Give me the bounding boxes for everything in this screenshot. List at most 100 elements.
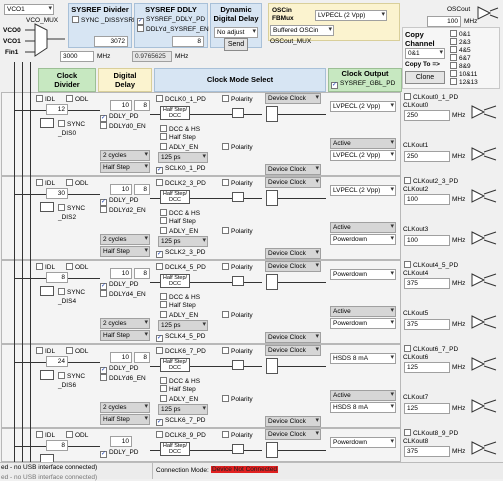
ddly-spinner[interactable]: 10 — [110, 268, 132, 279]
adly-en-checkbox[interactable]: ADLY_EN — [160, 395, 198, 404]
half-step-checkbox[interactable]: Half Step — [160, 385, 196, 394]
clkout-pd-checkbox[interactable]: CLKout8_9_PD — [404, 429, 458, 438]
ddly-pd-checkbox[interactable]: DDLY_PD — [100, 196, 139, 206]
clkout-pd-checkbox[interactable]: CLKout4_5_PD — [404, 261, 458, 270]
ddly-half-spinner[interactable]: 8 — [134, 100, 150, 111]
clock-divider-spinner[interactable]: 24 — [46, 356, 68, 367]
copy-target-checkbox[interactable]: 0&1 — [450, 30, 498, 38]
polarity2-checkbox[interactable]: Polarity — [222, 227, 253, 236]
send-button[interactable]: Send — [224, 38, 248, 51]
ddly-half-select[interactable]: Half Step — [100, 414, 150, 425]
dclk-pd-checkbox[interactable]: DCLK8_9_PD — [156, 431, 206, 440]
sync-dis-checkbox[interactable]: SYNC _DIS0 — [58, 120, 96, 138]
polarity2-checkbox[interactable]: Polarity — [222, 143, 253, 152]
polarity2-checkbox[interactable]: Polarity — [222, 311, 253, 320]
idl-checkbox[interactable]: IDL — [36, 431, 55, 440]
sysref-gbl-pd-checkbox[interactable]: SYSREF_GBL_PD — [331, 79, 395, 89]
polarity-checkbox[interactable]: Polarity — [222, 347, 253, 356]
dyn-delay-select[interactable]: No adjust — [214, 27, 258, 38]
mode2-select[interactable]: Device Clock — [265, 332, 321, 343]
ddly-spinner[interactable]: 10 — [110, 436, 132, 447]
mode-select[interactable]: Device Clock — [265, 93, 321, 104]
mode-select[interactable]: Device Clock — [265, 429, 321, 440]
clkout-a-freq[interactable]: 375 — [404, 278, 450, 289]
idl-checkbox[interactable]: IDL — [36, 179, 55, 188]
polarity2-checkbox[interactable]: Polarity — [222, 395, 253, 404]
clock-divider-spinner[interactable]: 8 — [46, 440, 68, 451]
dclk-pd-checkbox[interactable]: DCLK0_1_PD — [156, 95, 206, 104]
output-format2-select[interactable]: Powerdown — [330, 234, 396, 245]
mode2-select[interactable]: Device Clock — [265, 416, 321, 427]
output-state-select[interactable]: Active — [330, 138, 396, 149]
half-step-checkbox[interactable]: Half Step — [160, 133, 196, 142]
sync-dis-checkbox[interactable]: SYNC _DIS2 — [58, 204, 96, 222]
copy-target-checkbox[interactable]: 10&11 — [450, 70, 498, 78]
oscout-freq-field[interactable]: 100 — [427, 16, 461, 27]
ddly-en-checkbox[interactable]: DDLYd6_EN — [100, 374, 146, 383]
sysref-ddly-pd-checkbox[interactable]: SYSREF_DDLY_PD — [137, 15, 205, 25]
oscin-format-select[interactable]: LVPECL (2 Vpp) — [315, 10, 387, 21]
output-format-select[interactable]: Powerdown — [330, 269, 396, 280]
output-format-select[interactable]: LVPECL (2 Vpp) — [330, 101, 396, 112]
adly-en-checkbox[interactable]: ADLY_EN — [160, 227, 198, 236]
output-format-select[interactable]: LVPECL (2 Vpp) — [330, 185, 396, 196]
output-state-select[interactable]: Active — [330, 390, 396, 401]
clkout-a-freq[interactable]: 250 — [404, 110, 450, 121]
adly-select[interactable]: 125 ps — [158, 404, 208, 415]
dclk-pd-checkbox[interactable]: DCLK2_3_PD — [156, 179, 206, 188]
half-step-checkbox[interactable]: Half Step — [160, 217, 196, 226]
adly-en-checkbox[interactable]: ADLY_EN — [160, 311, 198, 320]
clkout-pd-checkbox[interactable]: CLKout6_7_PD — [404, 345, 458, 354]
ddly-spinner[interactable]: 10 — [110, 352, 132, 363]
copy-target-checkbox[interactable]: 2&3 — [450, 38, 498, 46]
sclk-pd-checkbox[interactable]: SCLK6_7_PD — [156, 416, 205, 426]
output-format2-select[interactable]: Powerdown — [330, 318, 396, 329]
sysref-div-spinner[interactable]: 3072 — [94, 36, 128, 47]
sysref-ddly-spinner[interactable]: 8 — [172, 36, 204, 47]
odl-checkbox[interactable]: ODL — [66, 347, 88, 356]
copy-target-checkbox[interactable]: 12&13 — [450, 78, 498, 86]
ddly-half-spinner[interactable]: 8 — [134, 352, 150, 363]
copy-channel-select[interactable]: 0&1 — [405, 48, 445, 59]
output-format2-select[interactable]: LVPECL (2 Vpp) — [330, 150, 396, 161]
adly-select[interactable]: 125 ps — [158, 152, 208, 163]
ddly-pd-checkbox[interactable]: DDLY_PD — [100, 280, 139, 290]
sync-dissysref-checkbox[interactable]: SYNC _DISSYSREF — [72, 16, 141, 25]
ddly-pd-checkbox[interactable]: DDLY_PD — [100, 112, 139, 122]
adly-select[interactable]: 125 ps — [158, 236, 208, 247]
odl-checkbox[interactable]: ODL — [66, 431, 88, 440]
sclk-pd-checkbox[interactable]: SCLK4_5_PD — [156, 332, 205, 342]
clock-divider-spinner[interactable]: 30 — [46, 188, 68, 199]
polarity-checkbox[interactable]: Polarity — [222, 179, 253, 188]
dclk-pd-checkbox[interactable]: DCLK4_5_PD — [156, 263, 206, 272]
vco-freq-field[interactable]: 3000 — [60, 51, 94, 62]
half-step-checkbox[interactable]: Half Step — [160, 301, 196, 310]
ddly-cycles-select[interactable]: 2 cycles — [100, 402, 150, 413]
polarity-checkbox[interactable]: Polarity — [222, 263, 253, 272]
mode2-select[interactable]: Device Clock — [265, 164, 321, 175]
output-format-select[interactable]: Powerdown — [330, 437, 396, 448]
copy-target-checkbox[interactable]: 6&7 — [450, 54, 498, 62]
ddlyd-sysref-en-checkbox[interactable]: DDLYd_SYSREF_EN — [137, 25, 209, 34]
odl-checkbox[interactable]: ODL — [66, 263, 88, 272]
clock-divider-spinner[interactable]: 8 — [46, 272, 68, 283]
idl-checkbox[interactable]: IDL — [36, 347, 55, 356]
mode2-select[interactable]: Device Clock — [265, 248, 321, 259]
clkout-b-freq[interactable]: 375 — [404, 319, 450, 330]
sclk-pd-checkbox[interactable]: SCLK0_1_PD — [156, 164, 205, 174]
vco-select[interactable]: VCO1 — [4, 4, 54, 15]
clkout-b-freq[interactable]: 250 — [404, 151, 450, 162]
ddly-spinner[interactable]: 10 — [110, 100, 132, 111]
clkout-a-freq[interactable]: 125 — [404, 362, 450, 373]
clkout-pd-checkbox[interactable]: CLKout2_3_PD — [404, 177, 458, 186]
clock-divider-spinner[interactable]: 12 — [46, 104, 68, 115]
ddly-en-checkbox[interactable]: DDLYd2_EN — [100, 206, 146, 215]
ddly-en-checkbox[interactable]: DDLYd0_EN — [100, 122, 146, 131]
ddly-half-spinner[interactable]: 8 — [134, 268, 150, 279]
sync-dis-checkbox[interactable]: SYNC _DIS4 — [58, 288, 96, 306]
ddly-half-select[interactable]: Half Step — [100, 162, 150, 173]
mode-select[interactable]: Device Clock — [265, 261, 321, 272]
sync-dis-checkbox[interactable]: SYNC _DIS6 — [58, 372, 96, 390]
clkout-b-freq[interactable]: 100 — [404, 235, 450, 246]
ddly-pd-checkbox[interactable]: DDLY_PD — [100, 448, 139, 458]
